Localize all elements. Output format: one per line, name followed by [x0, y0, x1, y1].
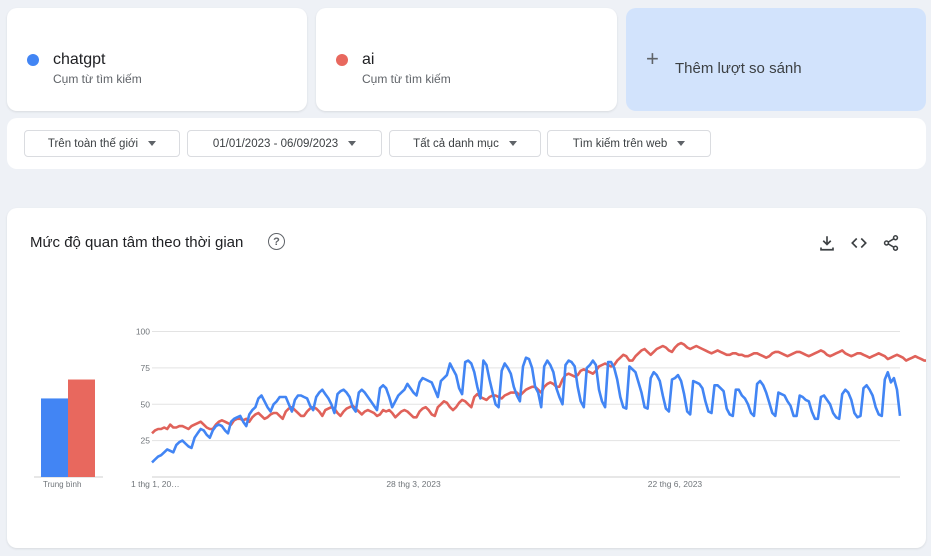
x-tick-label: 22 thg 6, 2023 [648, 479, 703, 489]
term-type: Cụm từ tìm kiếm [53, 72, 142, 86]
series-color-dot [336, 54, 348, 66]
dropdown-arrow-icon [148, 141, 157, 146]
region-label: Trên toàn thế giới [47, 137, 139, 150]
x-tick-label: 28 thg 3, 2023 [386, 479, 441, 489]
add-comparison-button[interactable]: + Thêm lượt so sánh [626, 8, 926, 111]
interest-over-time-card: Mức độ quan tâm theo thời gian ? Trung b… [7, 208, 926, 548]
term-card-ai[interactable]: ai Cụm từ tìm kiếm [316, 8, 617, 111]
line-chart: 25 50 75 100 1 thg 1, 20… 28 thg 3, 2023 22 t… [34, 327, 926, 489]
dropdown-arrow-icon [677, 141, 686, 146]
dropdown-arrow-icon [348, 141, 357, 146]
y-tick-label: 75 [141, 363, 151, 373]
y-tick-label: 50 [141, 399, 151, 409]
series-line-ai[interactable] [151, 341, 926, 435]
term-name[interactable]: chatgpt [53, 51, 105, 69]
average-bar-ai[interactable] [68, 379, 95, 477]
dropdown-arrow-icon [508, 141, 517, 146]
date-range-label: 01/01/2023 - 06/09/2023 [212, 137, 339, 150]
search-type-dropdown[interactable]: Tìm kiếm trên web [547, 130, 711, 157]
search-type-label: Tìm kiếm trên web [572, 137, 668, 150]
x-tick-label: 1 thg 1, 20… [131, 479, 180, 489]
average-bar-chatgpt[interactable] [41, 398, 68, 477]
term-type: Cụm từ tìm kiếm [362, 72, 451, 86]
add-comparison-label: Thêm lượt so sánh [675, 60, 802, 77]
plus-icon: + [646, 46, 659, 71]
date-range-dropdown[interactable]: 01/01/2023 - 06/09/2023 [187, 130, 382, 157]
y-tick-label: 25 [141, 436, 151, 446]
series-color-dot [27, 54, 39, 66]
y-tick-label: 100 [136, 327, 150, 337]
term-name[interactable]: ai [362, 51, 374, 69]
category-label: Tất cả danh mục [413, 137, 499, 150]
region-dropdown[interactable]: Trên toàn thế giới [24, 130, 180, 157]
category-dropdown[interactable]: Tất cả danh mục [389, 130, 541, 157]
term-card-chatgpt[interactable]: chatgpt Cụm từ tìm kiếm [7, 8, 307, 111]
series-line-chatgpt[interactable] [151, 356, 902, 464]
filter-bar: Trên toàn thế giới 01/01/2023 - 06/09/20… [7, 118, 926, 169]
